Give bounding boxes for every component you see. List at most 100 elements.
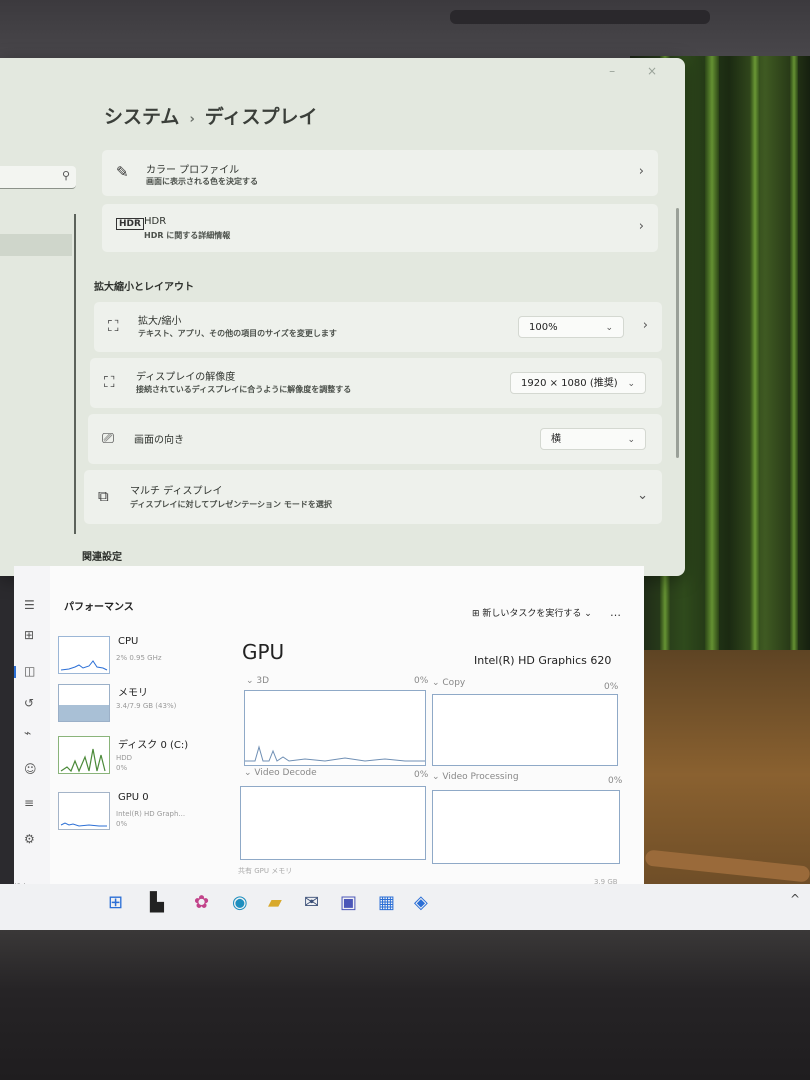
search-input[interactable]: ⚲: [0, 166, 76, 189]
breadcrumb-root[interactable]: システム: [104, 106, 179, 128]
orientation-card[interactable]: ⎚ 画面の向き 横 ⌄: [88, 414, 662, 464]
sidebar-item-memory[interactable]: メモリ 3.4/7.9 GB (43%): [58, 684, 238, 728]
scale-dropdown[interactable]: 100% ⌄: [518, 316, 624, 338]
orientation-value: 横: [551, 434, 561, 445]
graph-3d-pct: 0%: [414, 676, 429, 686]
chevron-down-icon: ⌄: [637, 488, 648, 503]
performance-icon[interactable]: ◫: [24, 664, 35, 678]
graph-video-decode-label[interactable]: ⌄ Video Decode: [244, 768, 317, 778]
graph-3d: [244, 690, 426, 766]
tray-overflow-icon[interactable]: ^: [790, 892, 800, 906]
sidebar-item-name: ディスク 0 (C:): [118, 740, 189, 751]
processes-icon[interactable]: ⊞: [24, 628, 34, 642]
section-scale-layout-heading: 拡大縮小とレイアウト: [94, 282, 194, 293]
hamburger-icon[interactable]: ☰: [24, 598, 35, 612]
mail-icon[interactable]: ✉: [304, 892, 319, 913]
resolution-card[interactable]: ⛶ ディスプレイの解像度 接続されているディスプレイに合うように解像度を調整する…: [90, 358, 662, 408]
sidebar-item-cpu[interactable]: CPU 2% 0.95 GHz: [58, 636, 238, 680]
scrollbar[interactable]: [676, 208, 679, 458]
sidebar-item-disk[interactable]: ディスク 0 (C:) HDD 0%: [58, 736, 238, 780]
startup-icon[interactable]: ⌁: [24, 726, 31, 740]
graph-video-processing-label[interactable]: ⌄ Video Processing: [432, 772, 519, 782]
graph-3d-label[interactable]: ⌄ 3D: [246, 676, 269, 686]
details-icon[interactable]: ≡: [24, 796, 34, 810]
sidebar-item-gpu[interactable]: GPU 0 Intel(R) HD Graph... 0%: [58, 792, 238, 836]
memory-fill: [59, 705, 109, 721]
page-title: パフォーマンス: [64, 602, 134, 613]
start-icon[interactable]: ⊞: [108, 892, 123, 913]
section-related-heading: 関連設定: [82, 552, 122, 563]
bezel-bar: [450, 10, 710, 24]
screen-bezel-top: [0, 0, 810, 64]
teams-icon[interactable]: ▣: [340, 892, 357, 913]
graph-video-decode: [240, 786, 426, 860]
rail-selection-indicator: [14, 666, 16, 678]
copilot-icon[interactable]: ✿: [194, 892, 209, 913]
hdr-icon: HDR: [116, 218, 144, 230]
edge-icon[interactable]: ◉: [232, 892, 248, 913]
sidebar-item-name: CPU: [118, 636, 139, 647]
graph-video-processing: [432, 790, 620, 864]
sidebar-item-name: メモリ: [118, 688, 148, 699]
multi-display-card[interactable]: ⧉ マルチ ディスプレイ ディスプレイに対してプレゼンテーション モードを選択 …: [84, 470, 662, 524]
breadcrumb-current: ディスプレイ: [204, 106, 318, 128]
bamboo-stalk: [790, 56, 798, 676]
graph-copy-label[interactable]: ⌄ Copy: [432, 678, 465, 688]
scale-title: 拡大/縮小: [138, 316, 182, 327]
gpu-heading: GPU: [242, 640, 285, 664]
task-manager-icon[interactable]: ◈: [414, 892, 428, 913]
screen-bezel-bottom: [0, 930, 810, 1080]
scale-icon: ⛶: [108, 317, 119, 335]
nav-selected-item[interactable]: [0, 234, 72, 256]
scale-subtitle: テキスト、アプリ、その他の項目のサイズを変更します: [138, 329, 337, 338]
sidebar-item-stat: Intel(R) HD Graph...: [116, 810, 186, 818]
new-task-button[interactable]: ⊞ 新しいタスクを実行する ⌄: [472, 606, 592, 619]
history-icon[interactable]: ↺: [24, 696, 34, 710]
hdr-title: HDR: [144, 216, 167, 227]
chevron-right-icon: ›: [638, 164, 644, 179]
graph-copy: [432, 694, 618, 766]
task-manager-rail: ☰ ⊞ ◫ ↺ ⌁ ☺ ≡ ⚙ 設定: [14, 566, 50, 892]
widgets-icon[interactable]: ▙: [150, 892, 164, 913]
hdr-card[interactable]: HDR HDR HDR に関する詳細情報 ›: [102, 204, 658, 252]
memory-thumbnail: [58, 684, 110, 722]
resolution-title: ディスプレイの解像度: [136, 372, 236, 383]
users-icon[interactable]: ☺: [24, 762, 37, 776]
new-task-label: 新しいタスクを実行する: [482, 609, 582, 619]
graph-video-decode-pct: 0%: [414, 770, 429, 780]
color-profile-card[interactable]: ✎ カラー プロファイル 画面に表示される色を決定する ›: [102, 150, 658, 196]
resolution-subtitle: 接続されているディスプレイに合うように解像度を調整する: [136, 385, 352, 394]
scale-card[interactable]: ⛶ 拡大/縮小 テキスト、アプリ、その他の項目のサイズを変更します 100% ⌄ …: [94, 302, 662, 352]
color-profile-subtitle: 画面に表示される色を決定する: [146, 177, 258, 186]
bamboo-stalk: [750, 56, 760, 676]
chevron-down-icon: ⌄: [627, 435, 635, 445]
chevron-right-icon[interactable]: ›: [643, 318, 648, 333]
window-controls[interactable]: – ×: [609, 64, 671, 78]
resolution-dropdown[interactable]: 1920 × 1080 (推奨) ⌄: [510, 372, 646, 394]
nav-divider: [74, 214, 76, 534]
multi-display-title: マルチ ディスプレイ: [130, 486, 223, 497]
cpu-thumbnail: [58, 636, 110, 674]
more-options-button[interactable]: …: [610, 606, 621, 619]
settings-window: – × システム › ディスプレイ ⚲ ✎ カラー プロファイル 画面に表示される色…: [0, 58, 685, 576]
explorer-icon[interactable]: ▰: [268, 892, 282, 913]
chevron-down-icon: ⌄: [627, 379, 635, 389]
taskbar: ⊞ ▙ ✿ ◉ ▰ ✉ ▣ ▦ ◈ ^: [0, 884, 810, 936]
store-icon[interactable]: ▦: [378, 892, 395, 913]
graph-copy-pct: 0%: [604, 682, 619, 692]
sidebar-item-stat2: 0%: [116, 764, 128, 772]
color-profile-title: カラー プロファイル: [146, 165, 240, 176]
orientation-title: 画面の向き: [134, 435, 184, 446]
new-task-icon: ⊞: [472, 609, 483, 619]
task-manager-window: ☰ ⊞ ◫ ↺ ⌁ ☺ ≡ ⚙ 設定 パフォーマンス ⊞ 新しいタスクを実行する…: [14, 566, 644, 892]
pen-icon: ✎: [116, 163, 129, 181]
chevron-right-icon: ›: [638, 219, 644, 234]
breadcrumb: システム › ディスプレイ: [104, 102, 317, 129]
hdr-subtitle: HDR に関する詳細情報: [144, 231, 231, 240]
resolution-value: 1920 × 1080 (推奨): [521, 378, 618, 389]
sidebar-item-stat: 2% 0.95 GHz: [116, 654, 162, 662]
services-icon[interactable]: ⚙: [24, 832, 35, 846]
disk-thumbnail: [58, 736, 110, 774]
orientation-dropdown[interactable]: 横 ⌄: [540, 428, 646, 450]
scale-value: 100%: [529, 322, 558, 333]
